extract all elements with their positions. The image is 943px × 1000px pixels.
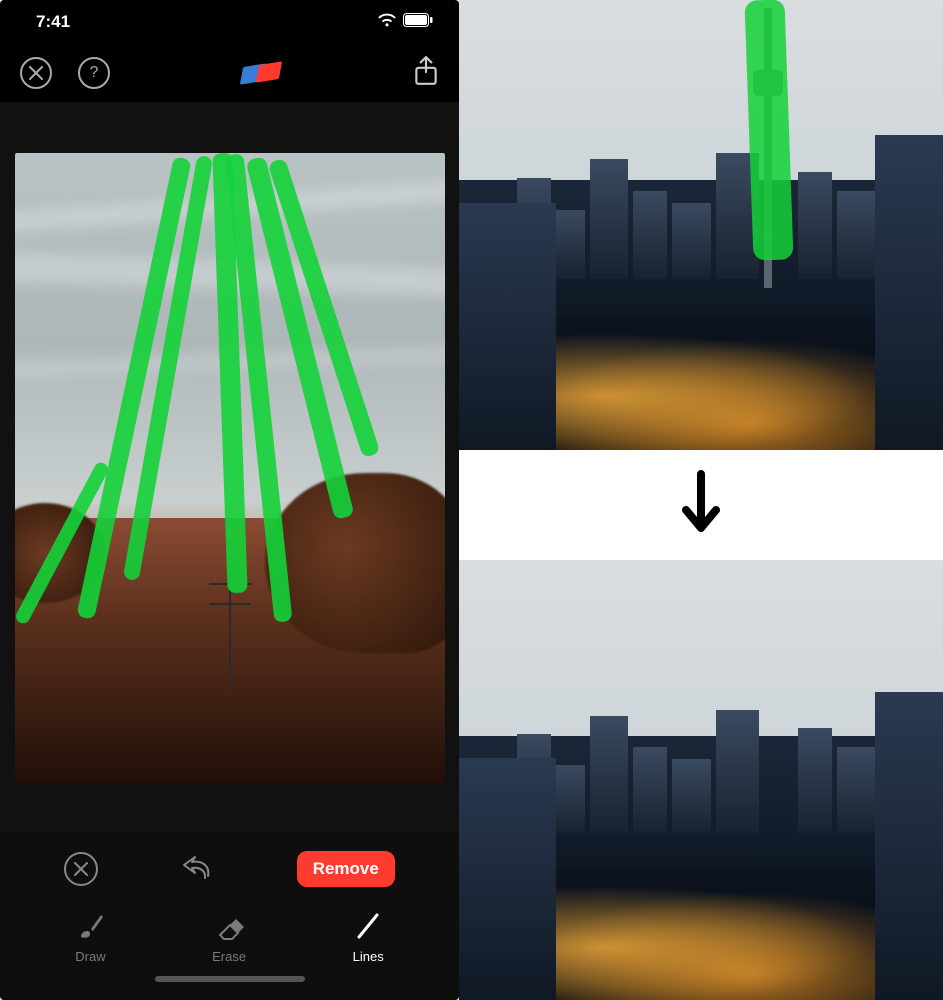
brush-icon bbox=[75, 907, 105, 941]
cancel-selection-button[interactable] bbox=[64, 852, 98, 886]
undo-button[interactable] bbox=[182, 854, 212, 885]
tool-label: Lines bbox=[353, 949, 384, 964]
arrow-down-icon bbox=[459, 450, 943, 560]
phone-screen: 7:41 ? bbox=[0, 0, 459, 1000]
wifi-icon bbox=[377, 12, 397, 32]
battery-icon bbox=[403, 12, 433, 32]
tool-lines[interactable]: Lines bbox=[353, 907, 384, 964]
photo-canvas[interactable] bbox=[0, 102, 459, 833]
line-icon bbox=[353, 907, 383, 941]
close-button[interactable] bbox=[20, 57, 52, 89]
tool-draw[interactable]: Draw bbox=[75, 907, 105, 964]
share-button[interactable] bbox=[413, 56, 439, 91]
bottom-toolbar: Remove Draw Erase Lines bbox=[0, 833, 459, 1000]
home-indicator bbox=[155, 976, 305, 982]
before-after-panel bbox=[459, 0, 943, 1000]
help-glyph: ? bbox=[90, 64, 99, 82]
help-button[interactable]: ? bbox=[78, 57, 110, 89]
eraser-tool-icon[interactable] bbox=[242, 59, 282, 87]
after-image bbox=[459, 560, 943, 1000]
tool-label: Erase bbox=[212, 949, 246, 964]
before-image bbox=[459, 0, 943, 450]
remove-button[interactable]: Remove bbox=[297, 851, 395, 887]
status-time: 7:41 bbox=[36, 12, 70, 32]
tool-erase[interactable]: Erase bbox=[212, 907, 246, 964]
tool-label: Draw bbox=[75, 949, 105, 964]
edited-photo bbox=[15, 153, 445, 783]
status-bar: 7:41 bbox=[0, 0, 459, 44]
top-toolbar: ? bbox=[0, 44, 459, 102]
eraser-icon bbox=[214, 907, 244, 941]
